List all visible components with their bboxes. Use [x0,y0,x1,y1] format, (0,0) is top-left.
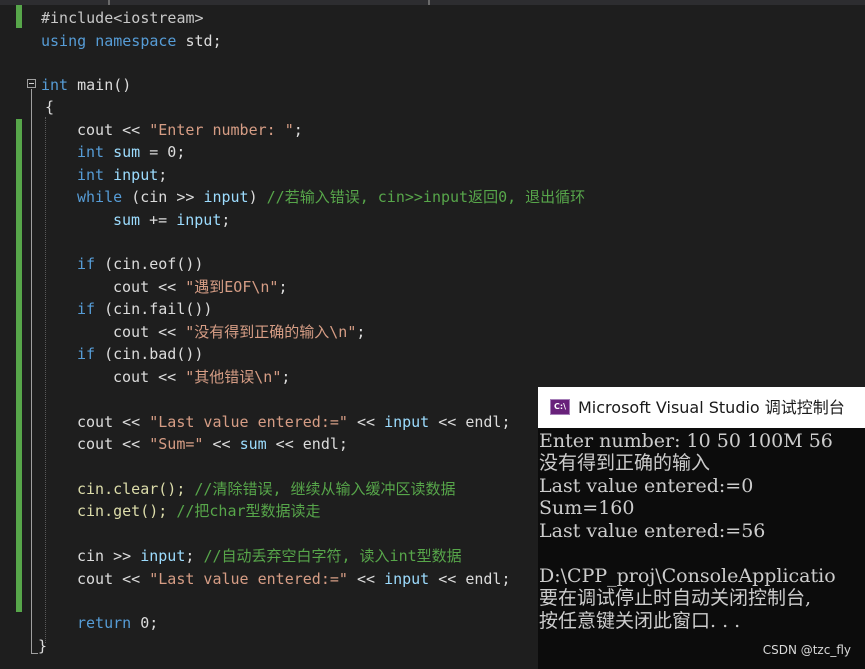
code-line[interactable]: #include<iostream> [41,7,204,29]
code-line[interactable]: while (cin >> input) //若输入错误, cin>>input… [77,186,585,208]
code-line[interactable]: cin.get(); //把char型数据读走 [77,500,321,522]
console-title-bar[interactable]: C:\ Microsoft Visual Studio 调试控制台 [538,387,865,428]
change-bar [16,5,22,28]
console-output-line: Enter number: 10 50 100M 56 [539,430,833,452]
code-line[interactable]: if (cin.fail()) [77,298,212,320]
code-line[interactable]: cout << "Sum=" << sum << endl; [77,433,348,455]
collapse-toggle-icon[interactable] [27,79,36,88]
console-output-line: 按任意键关闭此窗口. . . [539,610,741,632]
code-line[interactable]: cin >> input; //自动丢弃空白字符, 读入int型数据 [77,545,462,567]
code-line[interactable]: cout << "Enter number: "; [77,119,303,141]
change-bar [16,119,22,612]
watermark: CSDN @tzc_fly [762,643,851,657]
code-line[interactable]: sum += input; [113,209,230,231]
console-output-line: Last value entered:=0 [539,475,754,497]
code-line[interactable]: } [38,635,47,657]
code-line[interactable]: int input; [77,164,167,186]
code-line[interactable]: cout << "遇到EOF\n"; [113,276,288,298]
code-line[interactable]: if (cin.bad()) [77,343,203,365]
console-title: Microsoft Visual Studio 调试控制台 [578,398,845,417]
indent-guide [45,117,46,643]
code-line[interactable]: using namespace std; [41,30,222,52]
console-output-line: 要在调试停止时自动关闭控制台, [539,587,812,609]
code-line[interactable]: { [45,96,54,118]
console-output-line: 没有得到正确的输入 [539,452,711,474]
code-line[interactable]: if (cin.eof()) [77,253,203,275]
code-line[interactable]: int sum = 0; [77,141,185,163]
console-output-line: Last value entered:=56 [539,520,766,542]
debug-console-window[interactable]: C:\ Microsoft Visual Studio 调试控制台 Enter … [538,387,865,669]
console-output-line: D:\CPP_proj\ConsoleApplicatio [539,565,836,587]
code-line[interactable]: cin.clear(); //清除错误, 继续从输入缓冲区读数据 [77,478,456,500]
fold-end [31,653,38,654]
console-output-line: Sum=160 [539,497,635,519]
code-line[interactable]: cout << "没有得到正确的输入\n"; [113,321,365,343]
code-line[interactable]: cout << "其他错误\n"; [113,366,290,388]
code-line[interactable]: return 0; [77,612,158,634]
code-line[interactable]: cout << "Last value entered:=" << input … [77,568,511,590]
code-line[interactable]: int main() [41,74,131,96]
code-line[interactable]: cout << "Last value entered:=" << input … [77,411,511,433]
fold-line [31,89,32,653]
console-app-icon: C:\ [550,399,570,415]
